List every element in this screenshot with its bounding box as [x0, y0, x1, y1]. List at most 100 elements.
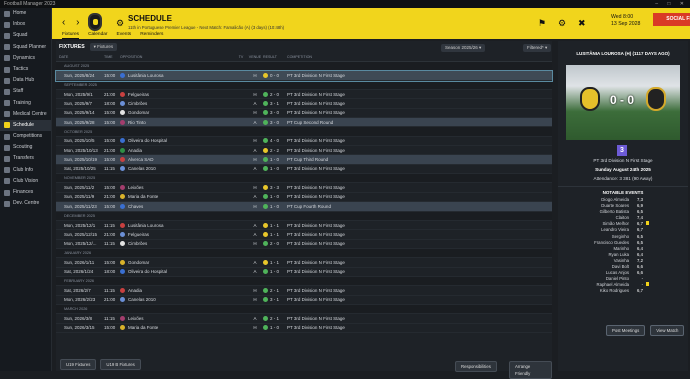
sidebar-item-club-info[interactable]: Club Info — [0, 165, 51, 176]
opposition-name[interactable]: Leixões — [128, 316, 144, 321]
fixture-row[interactable]: Sun, 2025/11/2 15:00 Leixões H 3 - 3 PT 3rd D… — [56, 183, 552, 193]
opposition-name[interactable]: Cimbrões — [128, 101, 147, 106]
tab-fixtures[interactable]: Fixtures — [62, 31, 80, 39]
fixture-row[interactable]: Sun, 2025/12/15 21:00 Felgueiras A 1 - 1 PT 3… — [56, 230, 552, 240]
window-controls[interactable]: – □ ✕ — [655, 0, 688, 8]
filter-dropdown[interactable]: Filtered* ▾ — [523, 44, 552, 52]
opposition-name[interactable]: Oliveira do Hospital — [128, 269, 167, 274]
result-score[interactable]: 2 - 0 — [270, 92, 279, 97]
opposition-name[interactable]: Canelas 2010 — [128, 166, 156, 171]
fixture-row[interactable]: Sat, 2026/1/24 18:00 Oliveira do Hospital A… — [56, 268, 552, 277]
sidebar-item-staff[interactable]: Staff — [0, 86, 51, 97]
fixture-row[interactable]: Sun, 2025/9/7 18:00 Cimbrões A 3 - 1 PT 3rd D… — [56, 99, 552, 109]
result-score[interactable]: 3 - 1 — [270, 101, 279, 106]
result-score[interactable]: 1 - 1 — [270, 260, 279, 265]
fixture-row[interactable]: Sun, 2026/3/8 11:15 Leixões A 2 - 1 PT 3rd Di… — [56, 314, 552, 324]
opposition-name[interactable]: Maria da Fonte — [128, 325, 158, 330]
arrange-friendly-button[interactable]: Arrange Friendly — [509, 361, 552, 379]
col-time[interactable]: TIME — [104, 55, 120, 59]
result-score[interactable]: 3 - 1 — [270, 297, 279, 302]
sidebar-item-schedule[interactable]: Schedule — [0, 119, 51, 132]
sidebar-item-tactics[interactable]: Tactics — [0, 64, 51, 75]
responsibilities-button[interactable]: Responsibilities — [455, 361, 497, 372]
tab-calendar[interactable]: Calendar — [88, 31, 107, 39]
col-date[interactable]: DATE — [56, 55, 104, 59]
opposition-name[interactable]: Felgueiras — [128, 232, 149, 237]
view-match-button[interactable]: View Match — [650, 325, 685, 336]
sidebar-item-competitions[interactable]: Competitions — [0, 131, 51, 142]
fixture-row[interactable]: Sun, 2026/3/15 15:00 Maria da Fonte H 1 - 0 P… — [56, 324, 552, 333]
sidebar-item-scouting[interactable]: Scouting — [0, 142, 51, 153]
result-score[interactable]: 3 - 3 — [270, 185, 279, 190]
opposition-name[interactable]: Anadia — [128, 148, 142, 153]
opposition-name[interactable]: Chaves — [128, 204, 143, 209]
opposition-name[interactable]: Canelas 2010 — [128, 297, 156, 302]
col-result[interactable]: RESULT — [263, 55, 287, 59]
opposition-name[interactable]: Alverca SAD — [128, 157, 154, 162]
result-score[interactable]: 2 - 1 — [270, 288, 279, 293]
social-feed-button[interactable]: SOCIAL FEED — [653, 13, 690, 26]
sidebar-item-home[interactable]: Home — [0, 8, 51, 19]
opposition-name[interactable]: Gondomar — [128, 110, 149, 115]
result-score[interactable]: 1 - 0 — [270, 269, 279, 274]
result-score[interactable]: 1 - 0 — [270, 194, 279, 199]
opposition-name[interactable]: Felgueiras — [128, 92, 149, 97]
fixture-row[interactable]: Sun, 2025/8/24 15:00 Lusitânia Lourosa H 0 -… — [55, 70, 553, 82]
col-competition[interactable]: COMPETITION — [287, 55, 552, 59]
settings-icon[interactable]: ⚙ — [558, 18, 566, 29]
notable-event-row[interactable]: Kiko Rodrigues 6,7 — [558, 288, 688, 294]
sidebar-item-finances[interactable]: Finances — [0, 187, 51, 198]
fixture-row[interactable]: Sun, 2025/11/9 21:00 Maria da Fonte A 1 - 0 P… — [56, 193, 552, 203]
fixture-row[interactable]: Sun, 2025/11/23 15:00 Chaves H 1 - 0 PT Cup F… — [56, 202, 552, 212]
result-score[interactable]: 1 - 1 — [270, 223, 279, 228]
opposition-name[interactable]: Maria da Fonte — [128, 194, 158, 199]
fixture-row[interactable]: Sun, 2025/10/19 15:00 Alverca SAD H 1 - 0 PT … — [56, 155, 552, 165]
sidebar-item-data-hub[interactable]: Data Hub — [0, 75, 51, 86]
fixtures-view-dropdown[interactable]: ▾ Fixtures — [89, 43, 118, 51]
season-dropdown[interactable]: Season 2025/26 ▾ — [441, 44, 486, 52]
result-score[interactable]: 3 - 0 — [270, 120, 279, 125]
col-venue[interactable]: VENUE — [247, 55, 263, 59]
opposition-name[interactable]: Leixões — [128, 185, 144, 190]
sidebar-item-training[interactable]: Training — [0, 98, 51, 109]
result-score[interactable]: 4 - 0 — [270, 138, 279, 143]
fixture-row[interactable]: Sun, 2025/9/14 15:00 Gondomar H 3 - 0 PT 3rd … — [56, 109, 552, 119]
result-score[interactable]: 1 - 0 — [270, 166, 279, 171]
help-icon[interactable]: ⚑ — [538, 18, 546, 29]
result-score[interactable]: 3 - 0 — [270, 110, 279, 115]
fixture-row[interactable]: Mon, 2025/12/1 11:15 Lusitânia Lourosa A 1 -… — [56, 221, 552, 231]
sidebar-item-dev-centre[interactable]: Dev. Centre — [0, 198, 51, 209]
fixture-row[interactable]: Sat, 2026/2/7 11:15 Anadia H 2 - 1 PT 3rd Div… — [56, 286, 552, 296]
col-opposition[interactable]: OPPOSITION — [120, 55, 235, 59]
fixture-row[interactable]: Mon, 2025/9/1 21:00 Felgueiras H 2 - 0 PT 3rd… — [56, 90, 552, 100]
result-score[interactable]: 1 - 0 — [270, 325, 279, 330]
opposition-name[interactable]: Oliveira do Hospital — [128, 138, 167, 143]
opposition-name[interactable]: Cimbrões — [128, 241, 147, 246]
col-tv[interactable]: TV — [235, 55, 247, 59]
player-name[interactable]: Kiko Rodrigues — [558, 288, 629, 294]
fm-logo-icon[interactable]: ✖ — [578, 18, 586, 29]
sidebar-item-inbox[interactable]: Inbox — [0, 19, 51, 30]
post-meetings-button[interactable]: Post Meetings — [606, 325, 646, 336]
result-score[interactable]: 1 - 0 — [270, 157, 279, 162]
sidebar-item-dynamics[interactable]: Dynamics — [0, 53, 51, 64]
opposition-name[interactable]: Rio Tinto — [128, 120, 146, 125]
result-score[interactable]: 2 - 1 — [270, 316, 279, 321]
tab-events[interactable]: Events — [117, 31, 132, 39]
fixture-row[interactable]: Sun, 2025/9/28 15:00 Rio Tinto A 3 - 0 PT Cup… — [56, 118, 552, 128]
fixture-row[interactable]: Sun, 2025/10/5 15:00 Oliveira do Hospital H… — [56, 137, 552, 147]
result-score[interactable]: 0 - 0 — [270, 73, 279, 78]
sidebar-item-medical-centre[interactable]: Medical Centre — [0, 109, 51, 120]
result-score[interactable]: 1 - 1 — [270, 232, 279, 237]
opposition-name[interactable]: Anadia — [128, 288, 142, 293]
u19-fixtures-button[interactable]: U19 Fixtures — [60, 359, 97, 370]
sidebar-item-transfers[interactable]: Transfers — [0, 153, 51, 164]
fixture-row[interactable]: Mon, 2025/10/13 21:00 Anadia A 2 - 2 PT 3rd D… — [56, 146, 552, 156]
opposition-name[interactable]: Gondomar — [128, 260, 149, 265]
opposition-name[interactable]: Lusitânia Lourosa — [128, 73, 164, 78]
u19b-fixtures-button[interactable]: U19 B Fixtures — [100, 359, 141, 370]
match-image[interactable]: 0 - 0 — [566, 65, 680, 140]
fixture-row[interactable]: Mon, 2026/2/23 21:00 Canelas 2010 H 3 - 1 PT … — [56, 296, 552, 305]
result-score[interactable]: 2 - 0 — [270, 241, 279, 246]
result-score[interactable]: 2 - 2 — [270, 148, 279, 153]
